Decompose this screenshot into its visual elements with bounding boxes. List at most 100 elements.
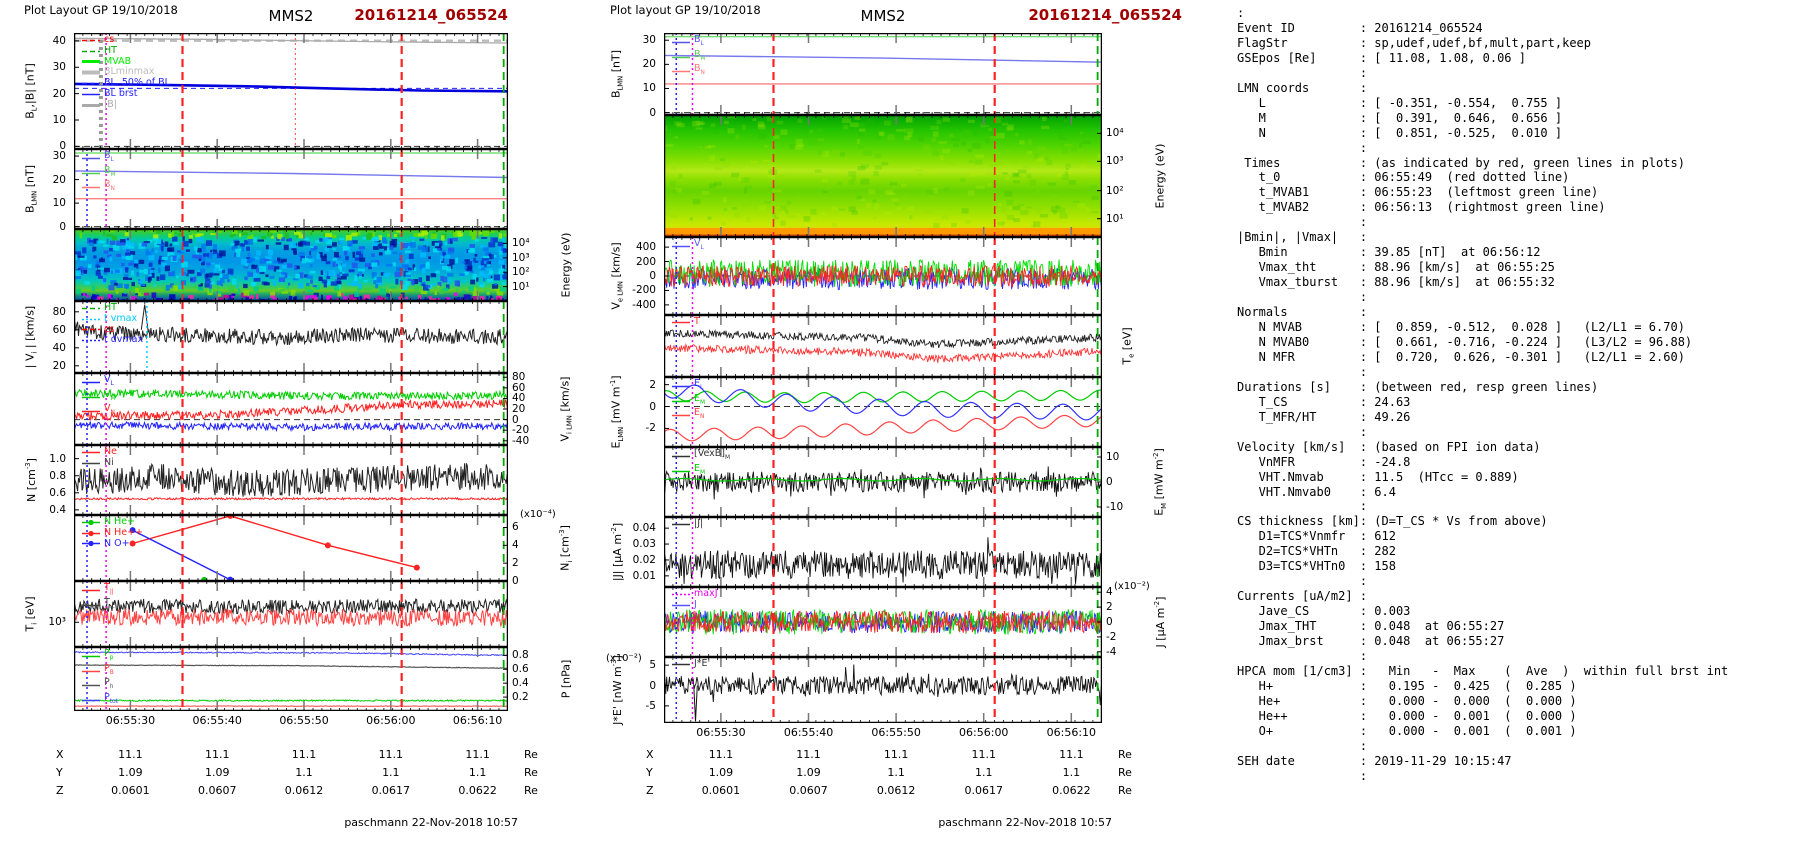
n-heavy-rytick: 2 [512, 557, 519, 570]
pos-value: 11.1 [118, 748, 143, 761]
time-tick-label: 06:56:10 [452, 714, 503, 727]
p-rytick: 0.4 [512, 677, 529, 690]
pos-value: 0.0601 [701, 784, 741, 797]
time-axis: 06:55:30 06:55:40 06:55:50 06:56:00 06:56:10 [604, 726, 1196, 740]
panel-vlmn: 80 60 40 20 0 -20 -40 Vi LMN [km/s] VL VM VN [18, 371, 598, 447]
position-row-z: Z 0.0601 0.0607 0.0612 0.0617 0.0622 Re [18, 784, 598, 802]
legend-entry: t vmax [81, 313, 143, 325]
legend-entry: EM [671, 462, 730, 479]
ti-axis-label: Ti [eV] [23, 596, 39, 632]
legend-entry: cs [81, 34, 170, 46]
n-heavy-rytick: 6 [512, 521, 519, 534]
pos-row-label: Z [56, 784, 64, 797]
e-spec-rytick: 10² [1106, 184, 1124, 197]
legend-entry: T⊥ [81, 597, 115, 613]
pos-unit: Re [524, 748, 538, 761]
legend-entry: BN [81, 180, 116, 195]
pos-value: 11.1 [796, 748, 821, 761]
j-rytick: -2 [1106, 630, 1117, 643]
pos-value: 1.09 [118, 766, 143, 779]
je-axis-label: J*E' [nW m-3] [610, 655, 624, 725]
blmn-l-legend: BL BM BN [81, 150, 116, 195]
legend-entry: T [671, 316, 700, 328]
panel-blmn-m: 0 10 20 30 BLMN [nT] BL BM BN [604, 33, 1196, 119]
pos-value: 1.1 [887, 766, 905, 779]
pos-value: 0.0617 [964, 784, 1003, 797]
p-legend: Pp PB Ph Ptot [81, 648, 118, 708]
legend-entry: Pp [81, 648, 118, 664]
legend-label: EM [694, 462, 706, 476]
vexb-legend: [VexB]M EM [671, 448, 730, 479]
legend-label: |B| [104, 98, 117, 110]
legend-label: HT [104, 44, 117, 56]
n-heavy-legend: N He+ N He++ N O+ [81, 516, 144, 549]
legend-entry: EL [671, 378, 705, 394]
n-heavy-scale-label: (x10⁻⁴) [520, 509, 556, 520]
legend-entry: VN [81, 404, 116, 419]
legend-label: BM [694, 48, 706, 62]
blmn-m-legend: BL BM BN [671, 34, 706, 79]
pos-value: 11.1 [204, 748, 230, 761]
pos-row-label: Y [646, 766, 653, 779]
ti-legend: T|| T⊥ [81, 582, 115, 613]
legend-entry: EN [671, 408, 705, 423]
left-chart: Plot Layout GP 19/10/2018 MMS2 20161214_… [18, 0, 598, 841]
legend-label: Pp [104, 648, 114, 661]
vlmn-legend: VL VM VN [81, 374, 116, 419]
je-legend: J*E' [671, 658, 711, 670]
ion-spec-rytick: 10¹ [512, 280, 530, 293]
panel-vexb: 10 0 -10 EM [mW m-2] [VexB]M EM [604, 447, 1196, 517]
position-table: X 11.1 11.1 11.1 11.1 11.1 Re Y 1.09 1.09 1.1 1.1 1.… [604, 748, 1196, 804]
pos-value: 1.1 [382, 766, 400, 779]
elmn-legend: EL EM EN [671, 378, 705, 423]
panel-n-heavy: 6 4 2 0 Ni [cm-3] (x10⁻⁴) N He+ N He++ N O+ [18, 509, 598, 587]
legend-entry: PB [81, 663, 118, 679]
j-rytick: -4 [1106, 645, 1117, 658]
legend-entry: VM [81, 389, 116, 405]
vi-axis-label: | Vi | [km/s] [23, 305, 39, 369]
legend-entry: EM [671, 393, 705, 409]
ve-legend: VL [671, 238, 704, 254]
time-tick-label: 06:56:00 [959, 726, 1009, 739]
time-tick-label: 06:55:30 [105, 714, 156, 727]
pos-value: 0.0622 [1052, 784, 1091, 797]
p-rytick: 0.8 [512, 649, 529, 662]
legend-label: BN [694, 63, 705, 77]
panel-ion-spec: 10⁴ 10³ 10² 10¹ Energy (eV) [18, 229, 598, 301]
legend-label: Ph [104, 677, 114, 691]
pos-value: 11.1 [465, 748, 490, 761]
bl-bb-ytick: 40 [52, 34, 66, 47]
legend-label: Ptot [104, 692, 118, 705]
legend-label: EN [694, 407, 705, 421]
n-heavy-right-axis-label: Ni [cm-3] [558, 525, 574, 571]
legend-entry: VL [81, 374, 116, 390]
pos-value: 0.0617 [371, 784, 411, 797]
legend-label: N He++ [104, 526, 144, 538]
e-spec-rytick: 10³ [1106, 155, 1124, 168]
legend-label: T [694, 316, 700, 327]
legend-entry: [VexB]M [671, 448, 730, 464]
legend-entry: BL brst [81, 88, 170, 100]
pos-value: 1.1 [295, 766, 313, 779]
n-legend: Ne Ni [81, 446, 117, 469]
legend-label: J*E' [694, 658, 711, 669]
pos-value: 1.09 [708, 766, 734, 779]
pos-row-label: Y [56, 766, 63, 779]
vlmn-right-axis-label: Vi LMN [km/s] [558, 376, 574, 442]
legend-entry: BL [81, 150, 116, 166]
position-row-x: X 11.1 11.1 11.1 11.1 11.1 Re [604, 748, 1196, 766]
legend-entry: Ni [81, 457, 117, 469]
ti-plot [74, 581, 508, 647]
blmn-m-axis-label: BLMN [nT] [609, 49, 625, 99]
legend-label: N O+ [104, 537, 130, 549]
legend-label: VN [104, 403, 115, 417]
middle-chart: Plot layout GP 19/10/2018 MMS2 20161214_… [604, 0, 1196, 841]
legend-entry: T|| [81, 582, 115, 598]
pos-value: 0.0601 [111, 784, 150, 797]
pos-value: 0.0607 [197, 784, 237, 797]
event-id-label: 20161214_065524 [1028, 6, 1182, 24]
vlmn-plot [74, 373, 508, 445]
pos-value: 11.1 [971, 748, 996, 761]
jmag-legend: |J| [671, 518, 703, 530]
pos-value: 0.0622 [458, 784, 497, 797]
